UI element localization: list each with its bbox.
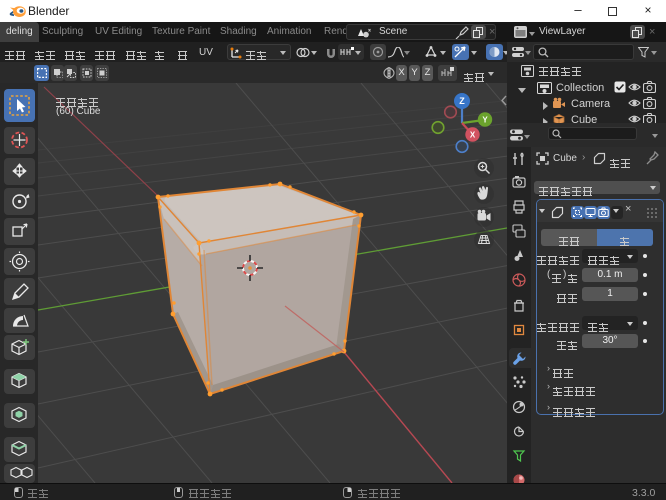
svg-text:Y: Y <box>482 116 488 125</box>
svg-text:X: X <box>470 131 476 140</box>
svg-text:Z: Z <box>459 96 465 106</box>
